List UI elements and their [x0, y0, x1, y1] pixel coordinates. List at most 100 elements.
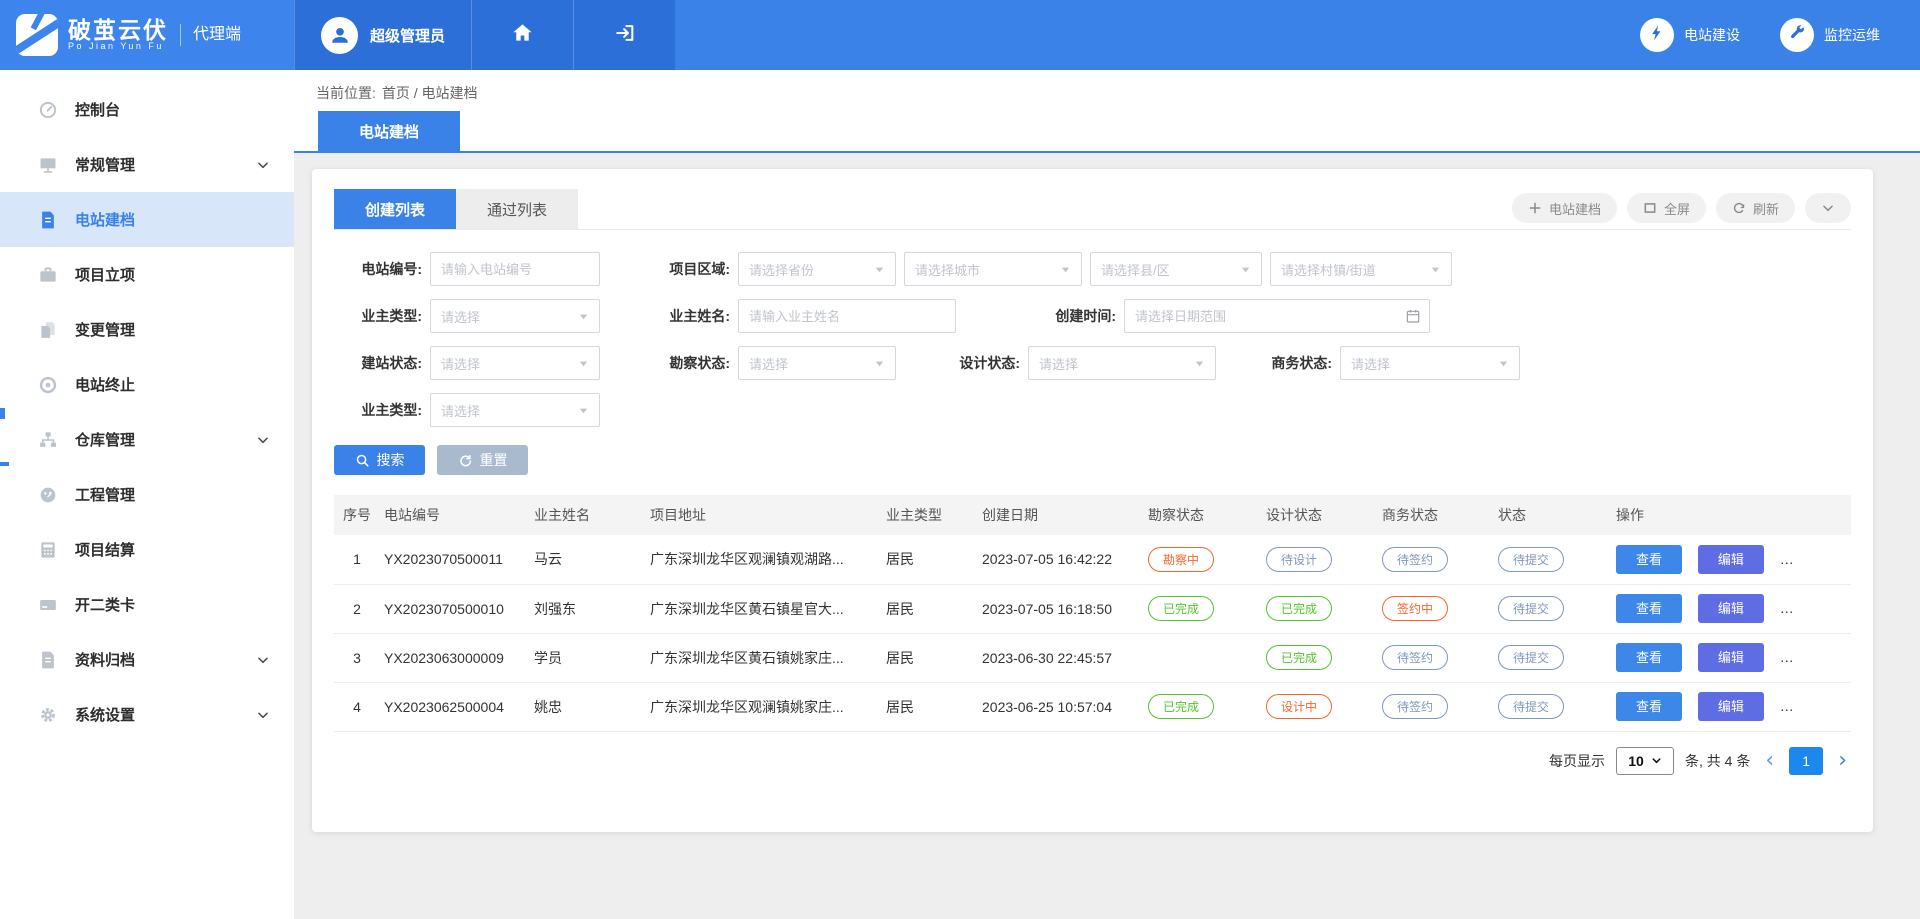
current-user[interactable]: 超级管理员 — [294, 0, 471, 70]
calculator-icon — [38, 540, 58, 560]
breadcrumb-path[interactable]: 首页 / 电站建档 — [382, 83, 478, 103]
create-time-range-input[interactable] — [1124, 299, 1430, 333]
fullscreen-button[interactable]: 全屏 — [1627, 193, 1706, 223]
nav-monitor-ops[interactable]: 监控运维 — [1780, 0, 1880, 70]
next-page-button[interactable]: › — [1834, 750, 1851, 772]
owner-type-label: 业主类型: — [334, 306, 422, 326]
user-avatar-icon — [321, 17, 358, 54]
status-badge: 待提交 — [1498, 694, 1564, 719]
owner-name-input[interactable] — [738, 299, 956, 333]
edit-button[interactable]: 编辑 — [1698, 643, 1764, 672]
sidebar-item-change-mgmt[interactable]: 变更管理 — [0, 302, 294, 357]
app-logo: 破茧云伏 Po Jian Yun Fu 代理端 — [0, 0, 294, 70]
status-badge: 待签约 — [1382, 694, 1448, 719]
create-station-button[interactable]: 电站建档 — [1512, 193, 1617, 223]
bolt-icon — [1648, 24, 1666, 47]
view-button[interactable]: 查看 — [1616, 594, 1682, 623]
search-icon — [355, 453, 370, 468]
void-button[interactable]: 作废 — [1780, 594, 1846, 623]
sidebar-item-project-initiation[interactable]: 项目立项 — [0, 247, 294, 302]
dashboard-icon — [38, 100, 58, 120]
total-label: 条, 共 4 条 — [1685, 751, 1750, 771]
chevron-down-icon — [1821, 201, 1835, 215]
logout-button[interactable] — [573, 0, 675, 70]
create-time-label: 创建时间: — [1028, 306, 1116, 326]
sidebar-item-engineering-mgmt[interactable]: 工程管理 — [0, 467, 294, 522]
sidebar: 控制台 常规管理 电站建档 项目立项 — [0, 70, 294, 919]
table-row: 1 YX2023070500011 马云 广东深圳龙华区观澜镇观湖路... 居民… — [334, 535, 1851, 584]
tab-passed-list[interactable]: 通过列表 — [456, 189, 578, 229]
edit-button[interactable]: 编辑 — [1698, 545, 1764, 574]
owner-type2-select[interactable]: 请选择 — [430, 393, 600, 427]
sidebar-item-label: 控制台 — [75, 99, 120, 120]
sidebar-item-label: 仓库管理 — [75, 429, 135, 450]
status-badge: 签约中 — [1382, 596, 1448, 621]
sidebar-item-system-settings[interactable]: 系统设置 — [0, 687, 294, 742]
sidebar-item-project-settlement[interactable]: 项目结算 — [0, 522, 294, 577]
col-index: 序号 — [334, 495, 380, 535]
fullscreen-icon — [1643, 201, 1657, 215]
sidebar-item-label: 电站建档 — [75, 209, 135, 230]
sidebar-item-label: 系统设置 — [75, 704, 135, 725]
chevron-down-icon — [256, 433, 270, 447]
county-select[interactable]: 请选择县/区 — [1090, 252, 1262, 286]
edit-button[interactable]: 编辑 — [1698, 594, 1764, 623]
view-button[interactable]: 查看 — [1616, 643, 1682, 672]
view-button[interactable]: 查看 — [1616, 692, 1682, 721]
sidebar-item-label: 项目结算 — [75, 539, 135, 560]
sidebar-item-open-type2-card[interactable]: 开二类卡 — [0, 577, 294, 632]
home-button[interactable] — [471, 0, 573, 70]
panel-toolbar: 电站建档 全屏 刷新 — [1512, 193, 1851, 223]
refresh-button[interactable]: 刷新 — [1716, 193, 1795, 223]
sidebar-item-warehouse-mgmt[interactable]: 仓库管理 — [0, 412, 294, 467]
briefcase-icon — [38, 265, 58, 285]
sidebar-item-station-termination[interactable]: 电站终止 — [0, 357, 294, 412]
scrollbar-mark[interactable] — [0, 408, 5, 419]
design-status-select[interactable]: 请选择 — [1028, 346, 1216, 380]
view-button[interactable]: 查看 — [1616, 545, 1682, 574]
caret-down-icon — [1498, 358, 1509, 369]
sidebar-item-data-archive[interactable]: 资料归档 — [0, 632, 294, 687]
survey-status-select[interactable]: 请选择 — [738, 346, 896, 380]
build-status-select[interactable]: 请选择 — [430, 346, 600, 380]
town-select[interactable]: 请选择村镇/街道 — [1270, 252, 1452, 286]
city-select[interactable]: 请选择城市 — [904, 252, 1082, 286]
current-page-button[interactable]: 1 — [1789, 747, 1823, 775]
region-label: 项目区域: — [642, 259, 730, 279]
caret-down-icon — [1430, 264, 1441, 275]
station-no-input[interactable] — [430, 252, 600, 286]
reset-button[interactable]: 重置 — [437, 445, 528, 475]
col-status: 状态 — [1494, 495, 1612, 535]
col-actions: 操作 — [1612, 495, 1851, 535]
status-badge: 待签约 — [1382, 645, 1448, 670]
page-tab-station-archive[interactable]: 电站建档 — [318, 111, 460, 151]
business-status-select[interactable]: 请选择 — [1340, 346, 1520, 380]
breadcrumb-label: 当前位置: — [316, 83, 376, 103]
scrollbar-mark[interactable] — [0, 462, 9, 466]
sidebar-item-general-mgmt[interactable]: 常规管理 — [0, 137, 294, 192]
void-button[interactable]: 作废 — [1780, 643, 1846, 672]
collapse-button[interactable] — [1805, 193, 1851, 223]
status-badge: 设计中 — [1266, 694, 1332, 719]
sidebar-item-station-archive[interactable]: 电站建档 — [0, 192, 294, 247]
status-badge: 勘察中 — [1148, 547, 1214, 572]
monitor-icon — [38, 155, 58, 175]
username: 超级管理员 — [370, 25, 445, 46]
status-badge: 待提交 — [1498, 596, 1564, 621]
edit-button[interactable]: 编辑 — [1698, 692, 1764, 721]
sidebar-item-console[interactable]: 控制台 — [0, 82, 294, 137]
sidebar-item-label: 工程管理 — [75, 484, 135, 505]
prev-page-button[interactable]: ‹ — [1761, 750, 1778, 772]
tab-create-list[interactable]: 创建列表 — [334, 189, 456, 229]
search-button[interactable]: 搜索 — [334, 445, 425, 475]
document-icon — [38, 210, 58, 230]
province-select[interactable]: 请选择省份 — [738, 252, 896, 286]
list-tabs: 创建列表 通过列表 电站建档 全屏 刷新 — [334, 189, 1851, 230]
nav-station-build[interactable]: 电站建设 — [1640, 0, 1740, 70]
breadcrumb-bar: 当前位置: 首页 / 电站建档 电站建档 — [294, 70, 1920, 153]
caret-down-icon — [1060, 264, 1071, 275]
void-button[interactable]: 作废 — [1780, 545, 1846, 574]
owner-type-select[interactable]: 请选择 — [430, 299, 600, 333]
per-page-select[interactable]: 10 — [1616, 747, 1674, 775]
void-button[interactable]: 作废 — [1780, 692, 1846, 721]
